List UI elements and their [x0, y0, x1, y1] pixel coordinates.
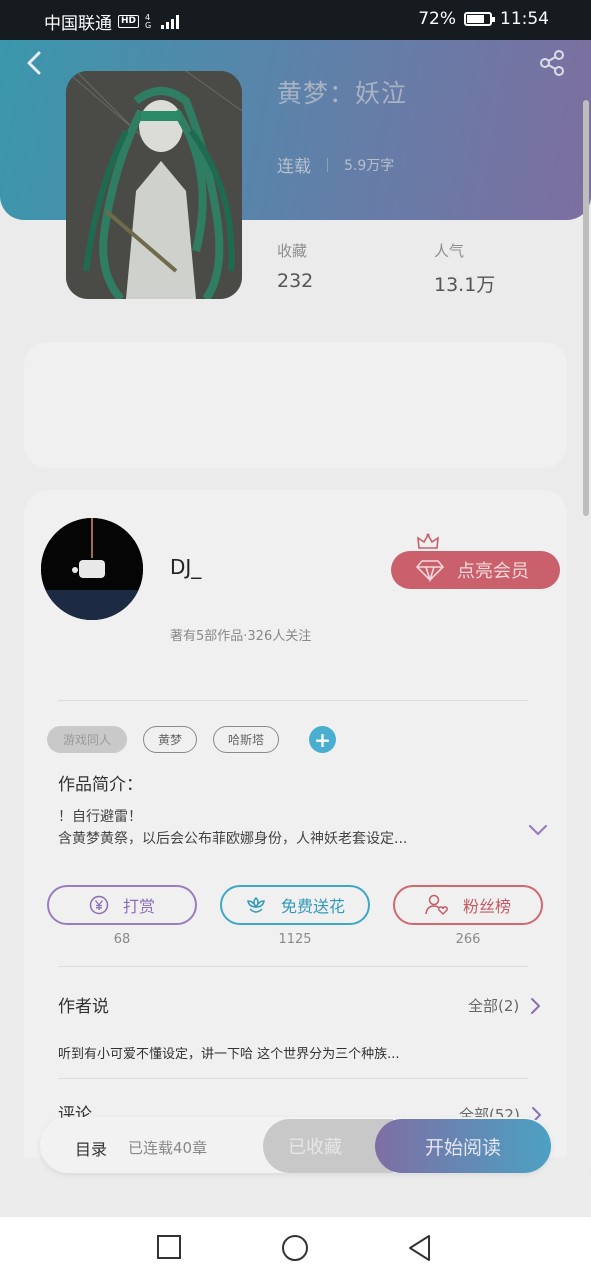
- popularity-value: 13.1万: [434, 274, 496, 296]
- meta-divider: [327, 157, 328, 172]
- serial-status: 连载: [277, 157, 311, 177]
- yen-icon: [89, 895, 109, 915]
- recent-apps-icon[interactable]: [156, 1234, 182, 1260]
- clock: 11:54: [500, 9, 549, 29]
- signal-icon: [161, 14, 180, 29]
- book-meta: 连载 5.9万字: [277, 152, 394, 177]
- send-flower-label: 免费送花: [280, 897, 345, 916]
- author-say-all-label: 全部(2): [468, 997, 520, 1015]
- battery-percent: 72%: [418, 9, 456, 29]
- avatar-image: [41, 518, 143, 620]
- author-avatar[interactable]: [41, 518, 143, 620]
- tag-huangmeng[interactable]: 黄梦: [143, 726, 197, 753]
- share-icon[interactable]: [537, 48, 567, 78]
- tag-game-fanfic[interactable]: 游戏同人: [47, 726, 127, 753]
- author-say-text[interactable]: 听到有小可爱不懂设定，讲一下哈 这个世界分为三个种族...: [58, 1043, 400, 1062]
- author-say-all-link[interactable]: 全部(2): [468, 995, 541, 1016]
- author-works-info: 著有5部作品·326人关注: [170, 629, 312, 644]
- crown-icon: [417, 533, 439, 549]
- reward-button[interactable]: 打赏: [47, 885, 197, 925]
- intro-title: 作品简介：: [58, 775, 143, 795]
- intro-line-2: 含黄梦黄祭，以后会公布菲欧娜身份，人神妖老套设定...: [58, 831, 408, 847]
- book-cover[interactable]: [66, 71, 242, 299]
- intro-line-1: ！自行避雷！: [58, 809, 142, 825]
- battery-icon: [464, 12, 495, 26]
- reward-count: 68: [113, 932, 131, 947]
- author-name[interactable]: DJ_: [170, 555, 201, 579]
- vip-label: 点亮会员: [457, 561, 529, 582]
- favorited-button[interactable]: 已收藏: [263, 1119, 393, 1173]
- reward-label: 打赏: [122, 897, 155, 916]
- flower-count: 1125: [278, 932, 312, 947]
- divider: [58, 700, 528, 701]
- fan-count: 266: [455, 932, 481, 947]
- favorites-value: 232: [277, 270, 314, 292]
- fan-ranking-button[interactable]: 粉丝榜: [393, 885, 543, 925]
- divider: [58, 966, 528, 967]
- diamond-icon: [416, 560, 444, 582]
- intro-text: ！自行避雷！ 含黄梦黄祭，以后会公布菲欧娜身份，人神妖老套设定...: [58, 806, 498, 850]
- back-arrow-icon[interactable]: [22, 49, 46, 77]
- fan-ranking-label: 粉丝榜: [462, 897, 511, 916]
- home-icon[interactable]: [281, 1234, 309, 1262]
- cover-illustration: [66, 71, 242, 299]
- add-tag-button[interactable]: +: [309, 726, 336, 753]
- hd-badge: HD: [118, 15, 140, 28]
- chapter-count: 已连载40章: [128, 1139, 208, 1157]
- word-count: 5.9万字: [344, 157, 395, 174]
- popularity-label: 人气: [434, 242, 465, 260]
- book-title: 黄梦：妖泣: [277, 79, 408, 108]
- scrollbar[interactable]: [583, 100, 589, 516]
- chevron-down-icon[interactable]: [527, 822, 549, 838]
- vip-button[interactable]: 点亮会员: [391, 551, 560, 589]
- plus-icon: +: [314, 727, 331, 752]
- start-reading-button[interactable]: 开始阅读: [375, 1119, 551, 1173]
- send-flower-button[interactable]: 免费送花: [220, 885, 370, 925]
- flower-icon: [247, 896, 265, 913]
- favorites-label: 收藏: [277, 242, 308, 260]
- carrier-label: 中国联通: [44, 14, 112, 34]
- catalog-button[interactable]: 目录: [75, 1136, 107, 1160]
- network-label: 4G: [145, 12, 152, 30]
- status-bar: 中国联通 HD 4G 72% 11:54: [0, 0, 591, 40]
- divider: [58, 1078, 528, 1079]
- tag-hastur[interactable]: 哈斯塔: [213, 726, 279, 753]
- fan-icon: [425, 894, 448, 915]
- chevron-right-icon: [531, 997, 541, 1014]
- back-nav-icon[interactable]: [407, 1234, 433, 1262]
- banner-card: [24, 342, 567, 468]
- author-say-title: 作者说: [58, 997, 109, 1017]
